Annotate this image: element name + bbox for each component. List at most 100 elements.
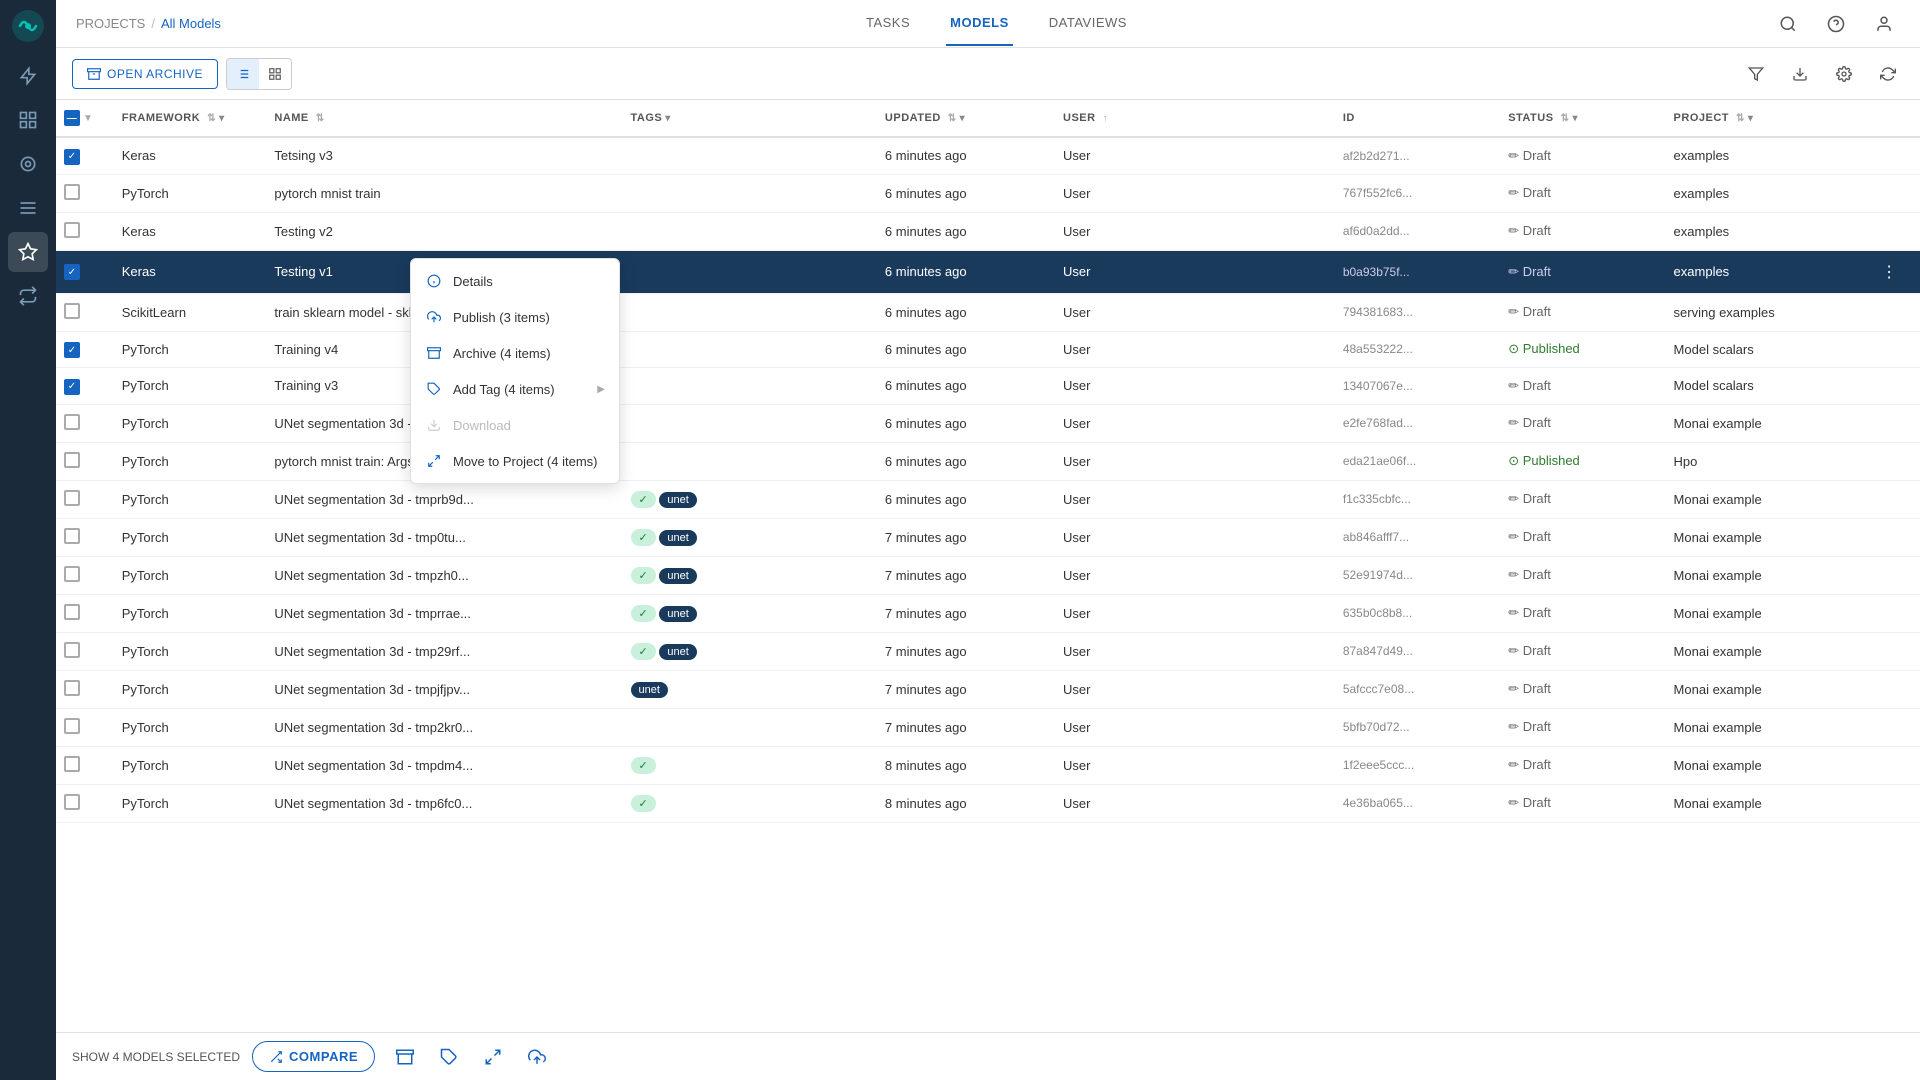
search-icon[interactable] [1772,8,1804,40]
table-row[interactable]: PyTorchpytorch mnist train6 minutes agoU… [56,174,1920,212]
table-row[interactable]: PyTorchUNet segmentation 3d - tmpvjhyl..… [56,404,1920,442]
row-tags [623,250,877,293]
menu-item-details[interactable]: Details [411,263,619,299]
row-user: User [1055,137,1335,174]
table-row[interactable]: PyTorchUNet segmentation 3d - tmpdm4...✓… [56,746,1920,784]
table-row[interactable]: PyTorchUNet segmentation 3d - tmp6fc0...… [56,784,1920,822]
row-checkbox[interactable] [64,794,80,810]
sidebar-item-home[interactable] [8,56,48,96]
sidebar-item-models[interactable] [8,144,48,184]
row-checkbox[interactable] [64,604,80,620]
project-header[interactable]: PROJECT⇅▾ [1666,100,1870,137]
table-row[interactable]: PyTorchUNet segmentation 3d - tmp29rf...… [56,632,1920,670]
row-checkbox[interactable] [64,414,80,430]
bottom-move-icon[interactable] [475,1039,511,1075]
row-checkbox[interactable]: ✓ [64,264,80,280]
row-project: Model scalars [1666,368,1870,405]
sidebar-item-datasets[interactable] [8,188,48,228]
row-checkbox[interactable]: ✓ [64,379,80,395]
table-row[interactable]: ScikitLearntrain sklearn model - sklearn… [56,293,1920,331]
table-row[interactable]: ✓KerasTetsing v36 minutes agoUseraf2b2d2… [56,137,1920,174]
name-header[interactable]: NAME⇅ [266,100,622,137]
table-row[interactable]: PyTorchUNet segmentation 3d - tmpjfjpv..… [56,670,1920,708]
table-row[interactable]: ✓PyTorchTraining v46 minutes agoUser48a5… [56,331,1920,368]
row-status: ✏ Draft [1500,518,1665,556]
row-checkbox[interactable] [64,680,80,696]
bottom-archive-icon[interactable] [387,1039,423,1075]
row-updated: 6 minutes ago [877,480,1055,518]
bottom-tag-icon[interactable] [431,1039,467,1075]
breadcrumb-parent[interactable]: PROJECTS [76,16,145,31]
row-name: Tetsing v3 [266,137,622,174]
row-actions [1869,368,1920,405]
row-status: ⊙ Published [1500,331,1665,368]
status-header[interactable]: STATUS⇅▾ [1500,100,1665,137]
sidebar-item-pipelines[interactable] [8,276,48,316]
breadcrumb: PROJECTS / All Models [76,16,221,31]
table-row[interactable]: PyTorchUNet segmentation 3d - tmprb9d...… [56,480,1920,518]
download-icon[interactable] [1784,58,1816,90]
row-checkbox[interactable] [64,756,80,772]
row-tags: unet [623,670,877,708]
menu-item-move-project[interactable]: Move to Project (4 items) [411,443,619,479]
table-row[interactable]: PyTorchUNet segmentation 3d - tmp0tu...✓… [56,518,1920,556]
row-name: UNet segmentation 3d - tmpjfjpv... [266,670,622,708]
bottom-upload-icon[interactable] [519,1039,555,1075]
row-actions [1869,442,1920,480]
table-row[interactable]: ✓KerasTesting v16 minutes agoUserb0a93b7… [56,250,1920,293]
row-checkbox[interactable] [64,718,80,734]
tab-tasks[interactable]: TASKS [862,1,914,46]
row-actions [1869,556,1920,594]
row-checkbox[interactable] [64,642,80,658]
row-checkbox[interactable] [64,303,80,319]
row-checkbox[interactable] [64,528,80,544]
list-view-button[interactable] [227,59,259,89]
user-sort-icon: ↑ [1103,113,1109,124]
table-row[interactable]: PyTorchUNet segmentation 3d - tmp2kr0...… [56,708,1920,746]
select-all-checkbox[interactable]: — [64,110,80,126]
tab-models[interactable]: MODELS [946,1,1013,46]
row-checkbox[interactable]: ✓ [64,149,80,165]
row-project: Monai example [1666,518,1870,556]
status-badge: ✏ Draft [1508,185,1551,200]
row-checkbox[interactable] [64,452,80,468]
row-checkbox[interactable] [64,566,80,582]
open-archive-button[interactable]: OPEN ARCHIVE [72,59,218,89]
filter-icon[interactable] [1740,58,1772,90]
menu-item-archive[interactable]: Archive (4 items) [411,335,619,371]
framework-header[interactable]: FRAMEWORK⇅▾ [114,100,267,137]
updated-header[interactable]: UPDATED⇅▾ [877,100,1055,137]
row-checkbox[interactable] [64,184,80,200]
sidebar-item-tasks[interactable] [8,100,48,140]
grid-view-button[interactable] [259,59,291,89]
row-more-button[interactable]: ⋮ [1877,260,1901,284]
bottom-actions [387,1039,555,1075]
help-icon[interactable] [1820,8,1852,40]
table-row[interactable]: PyTorchUNet segmentation 3d - tmprrae...… [56,594,1920,632]
tags-header[interactable]: TAGS▾ [623,100,877,137]
row-checkbox[interactable] [64,222,80,238]
row-checkbox[interactable]: ✓ [64,342,80,358]
user-icon[interactable] [1868,8,1900,40]
row-status: ✏ Draft [1500,670,1665,708]
select-all-header[interactable]: — ▼ [56,100,114,137]
app-logo[interactable] [10,8,46,44]
user-header[interactable]: USER↑ [1055,100,1335,137]
row-checkbox[interactable] [64,490,80,506]
table-row[interactable]: PyTorchUNet segmentation 3d - tmpzh0...✓… [56,556,1920,594]
compare-button[interactable]: COMPARE [252,1041,375,1072]
settings-icon[interactable] [1828,58,1860,90]
refresh-icon[interactable] [1872,58,1904,90]
sidebar-item-ml[interactable] [8,232,48,272]
menu-item-add-tag[interactable]: Add Tag (4 items)▶ [411,371,619,407]
table-row[interactable]: KerasTesting v26 minutes agoUseraf6d0a2d… [56,212,1920,250]
table-row[interactable]: PyTorchpytorch mnist train: Args/lr=0.01… [56,442,1920,480]
id-header[interactable]: ID [1335,100,1500,137]
table-row[interactable]: ✓PyTorchTraining v36 minutes agoUser1340… [56,368,1920,405]
row-framework: PyTorch [114,480,267,518]
tab-dataviews[interactable]: DATAVIEWS [1045,1,1131,46]
menu-item-publish[interactable]: Publish (3 items) [411,299,619,335]
models-table-container: — ▼ FRAMEWORK⇅▾ NAME⇅ TAGS▾ UPDATED⇅▾ US… [56,100,1920,1032]
open-archive-label: OPEN ARCHIVE [107,67,203,81]
row-user: User [1055,708,1335,746]
